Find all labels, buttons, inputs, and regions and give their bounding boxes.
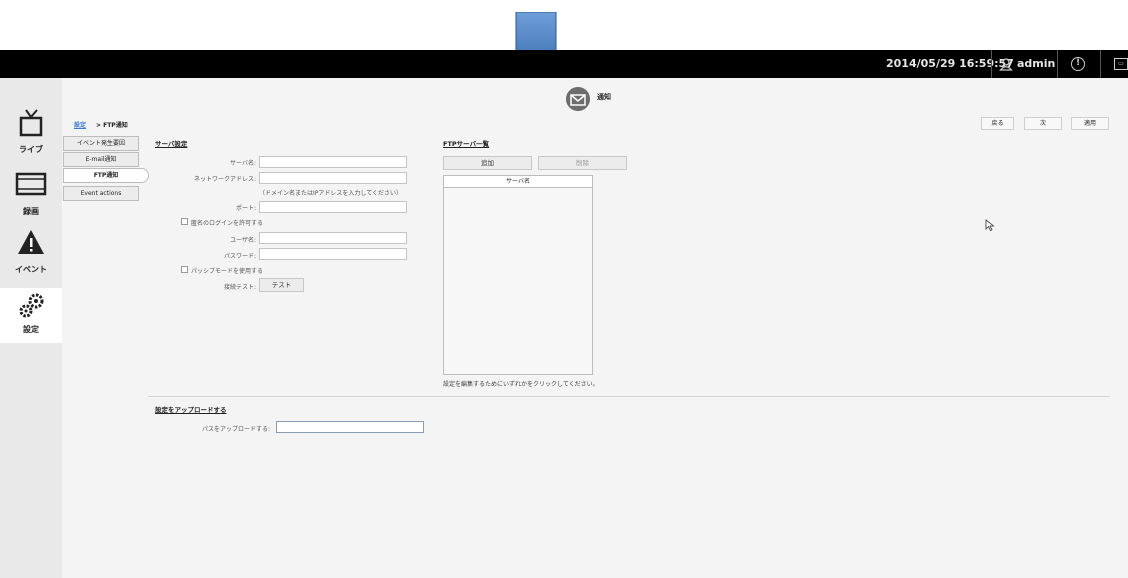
screen: 2014/05/29 16:59:57 admin ! ▭ ライブ 録画 イベン… xyxy=(0,0,1128,578)
apply-button[interactable]: 適用 xyxy=(1071,117,1109,130)
network-address-label: ネットワークアドレス: xyxy=(193,176,256,183)
add-server-button[interactable]: 追加 xyxy=(443,156,532,170)
user-name[interactable]: admin xyxy=(1017,57,1055,70)
next-button[interactable]: 次 xyxy=(1024,117,1062,130)
topbar-divider xyxy=(1100,50,1101,78)
subnav-email-notification[interactable]: E-mail通知 xyxy=(63,152,139,167)
username-input[interactable] xyxy=(259,232,407,244)
test-button[interactable]: テスト xyxy=(259,278,304,292)
upload-path-input[interactable] xyxy=(276,421,424,433)
passive-mode-checkbox[interactable] xyxy=(181,266,188,273)
subnav-event-triggers[interactable]: イベント発生要因 xyxy=(63,136,139,151)
password-label: パスワード: xyxy=(223,253,256,260)
alert-icon[interactable]: ! xyxy=(1071,57,1085,71)
subnav-event-actions[interactable]: Event actions xyxy=(63,186,139,201)
mouse-cursor-icon xyxy=(985,219,995,231)
section-divider xyxy=(148,396,1110,397)
anonymous-login-label: 匿名のログインを許可する xyxy=(191,220,264,227)
monitor-icon[interactable]: ▭ xyxy=(1114,58,1128,70)
ftp-server-list-title: FTPサーバ一覧 xyxy=(443,140,490,148)
gear-icon[interactable] xyxy=(0,292,62,320)
nav-label-live[interactable]: ライブ xyxy=(0,144,62,155)
server-name-column-header[interactable]: サーバ名 xyxy=(443,175,593,188)
page-title: 通知 xyxy=(597,93,611,101)
upload-settings-title: 設定をアップロードする xyxy=(155,406,227,414)
nav-label-event[interactable]: イベント xyxy=(0,264,62,275)
anonymous-login-checkbox[interactable] xyxy=(181,218,188,225)
envelope-icon xyxy=(566,87,590,111)
server-settings-title: サーバ設定 xyxy=(155,140,188,148)
breadcrumb-current: > FTP通知 xyxy=(96,122,128,129)
password-input[interactable] xyxy=(259,248,407,260)
server-name-input[interactable] xyxy=(259,156,407,168)
film-icon[interactable] xyxy=(0,170,62,198)
network-address-input[interactable] xyxy=(259,172,407,184)
warning-icon[interactable] xyxy=(0,228,62,258)
username-label: ユーザ名: xyxy=(230,237,256,244)
subnav-ftp-notification[interactable]: FTP通知 xyxy=(63,168,149,183)
server-name-label: サーバ名: xyxy=(230,160,256,167)
delete-server-button[interactable]: 削除 xyxy=(538,156,627,170)
address-hint: （ドメイン名またはIPアドレスを入力してください） xyxy=(259,190,403,197)
user-icon[interactable] xyxy=(999,57,1013,71)
tv-icon[interactable] xyxy=(0,108,62,138)
edit-hint: 設定を編集するためにいずれかをクリックしてください。 xyxy=(443,381,599,388)
topbar-divider xyxy=(991,50,992,78)
connection-test-label: 接続テスト: xyxy=(223,284,256,291)
nav-label-recording[interactable]: 録画 xyxy=(0,206,62,217)
port-input[interactable] xyxy=(259,201,407,213)
upload-path-label: パスをアップロードする: xyxy=(201,426,270,433)
breadcrumb-settings-link[interactable]: 設定 xyxy=(74,120,86,129)
datetime: 2014/05/29 16:59:57 xyxy=(886,57,1014,70)
ftp-server-list[interactable] xyxy=(443,175,593,375)
passive-mode-label: パッシブモードを使用する xyxy=(191,268,264,275)
nav-label-settings[interactable]: 設定 xyxy=(0,324,62,335)
topbar-divider xyxy=(1057,50,1058,78)
port-label: ポート: xyxy=(235,205,256,212)
back-button[interactable]: 戻る xyxy=(981,117,1014,130)
